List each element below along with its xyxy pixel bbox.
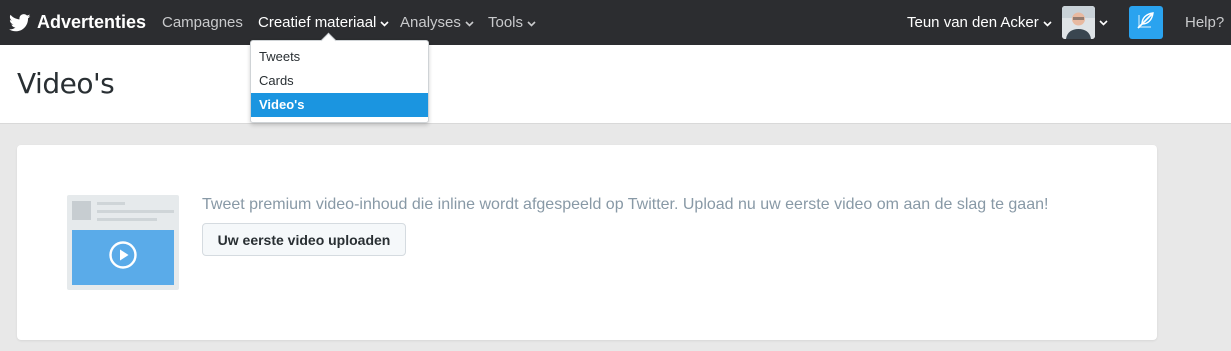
nav-creative-material-label: Creatief materiaal [258,14,377,31]
illustration-video-placeholder [72,230,174,285]
chevron-down-icon [465,14,474,31]
account-menu[interactable]: Teun van den Acker [907,0,1052,45]
page-header: Video's [0,45,1231,124]
help-label: Help? [1185,14,1225,31]
upload-first-video-button[interactable]: Uw eerste video uploaden [202,223,406,256]
dropdown-item-tweets[interactable]: Tweets [251,45,428,69]
user-name: Teun van den Acker [907,14,1039,31]
page-title: Video's [17,67,115,100]
nav-tools[interactable]: Tools [488,0,536,45]
twitter-bird-icon [9,13,31,32]
brand-link[interactable]: Advertenties [9,0,146,45]
compose-tweet-icon [1136,10,1156,35]
illustration-line [97,202,125,205]
empty-state-card: Tweet premium video-inhoud die inline wo… [17,145,1157,340]
nav-campaigns-label: Campagnes [162,14,243,31]
play-icon [108,240,138,275]
chevron-down-icon [380,14,389,31]
illustration-avatar-placeholder [72,201,91,220]
illustration-line [97,218,157,221]
nav-tools-label: Tools [488,14,524,31]
dropdown-item-videos[interactable]: Video's [251,93,428,117]
empty-state-message: Tweet premium video-inhoud die inline wo… [202,196,1049,213]
avatar[interactable] [1062,6,1095,39]
chevron-down-icon[interactable] [1099,0,1108,45]
nav-campaigns[interactable]: Campagnes [162,0,243,45]
nav-analytics[interactable]: Analyses [400,0,474,45]
chevron-down-icon [527,14,536,31]
nav-analytics-label: Analyses [400,14,461,31]
illustration-line [97,210,174,213]
creative-material-dropdown: Tweets Cards Video's [250,40,429,123]
help-link[interactable]: Help? [1185,0,1224,45]
video-illustration [67,195,179,290]
chevron-down-icon [1043,14,1052,31]
dropdown-item-cards[interactable]: Cards [251,69,428,93]
top-navigation-bar: Advertenties Campagnes Creatief materiaa… [0,0,1231,45]
brand-label: Advertenties [37,12,147,32]
compose-tweet-button[interactable] [1129,6,1163,39]
